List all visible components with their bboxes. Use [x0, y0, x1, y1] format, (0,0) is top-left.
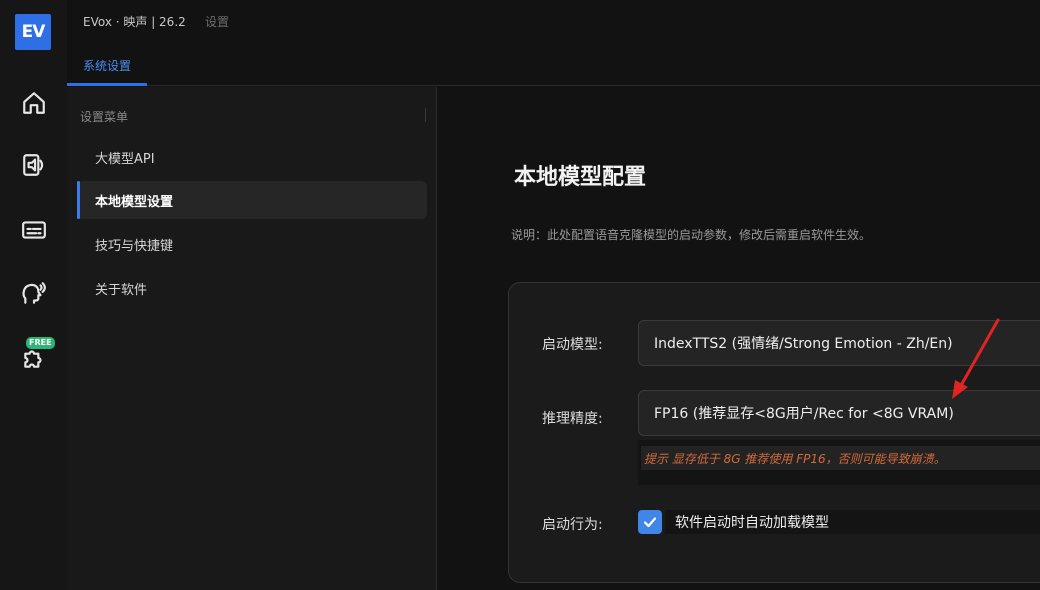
main-content: 本地模型配置 说明：此处配置语音克隆模型的启动参数，修改后需重启软件生效。 启动…: [438, 87, 1040, 590]
menu-item-local-model[interactable]: 本地模型设置: [77, 181, 427, 219]
menu-resize-handle[interactable]: [425, 108, 426, 122]
menu-item-llm-api[interactable]: 大模型API: [77, 138, 427, 176]
check-icon: [643, 517, 657, 528]
menu-item-about[interactable]: 关于软件: [77, 269, 427, 307]
nav-voice-doc[interactable]: [19, 150, 49, 180]
menu-item-tips-shortcuts[interactable]: 技巧与快捷键: [77, 225, 427, 263]
precision-hint-box: 提示 显存低于 8G 推荐使用 FP16，否则可能导致崩溃。: [638, 440, 1040, 485]
nav-voice-clone[interactable]: [19, 278, 49, 308]
top-bar: EVox · 映声 | 26.2 设置 系统设置: [67, 0, 1040, 86]
breadcrumb[interactable]: 设置: [205, 13, 229, 30]
autoload-checkbox[interactable]: [638, 510, 662, 534]
app-window: EV FREE EVox · 映声 | 26.2 设置 系统设置 设置菜单 大模…: [0, 0, 1040, 590]
nav-home[interactable]: [19, 88, 49, 118]
nav-subtitle[interactable]: [19, 215, 49, 245]
startup-model-label: 启动模型:: [542, 337, 603, 353]
tab-active-indicator: [67, 83, 147, 86]
page-description: 说明：此处配置语音克隆模型的启动参数，修改后需重启软件生效。: [511, 228, 872, 242]
voice-head-icon: [22, 282, 46, 304]
precision-hint: 提示 显存低于 8G 推荐使用 FP16，否则可能导致崩溃。: [641, 446, 1040, 470]
settings-menu-title: 设置菜单: [80, 110, 129, 124]
settings-menu: 设置菜单 大模型API 本地模型设置 技巧与快捷键 关于软件: [67, 87, 437, 590]
home-icon: [23, 92, 45, 114]
page-title: 本地模型配置: [514, 165, 647, 190]
autoload-checkbox-label[interactable]: 软件启动时自动加载模型: [675, 512, 829, 532]
speaker-document-icon: [23, 154, 44, 176]
precision-select[interactable]: FP16 (推荐显存<8G用户/Rec for <8G VRAM): [638, 390, 1040, 436]
left-rail: EV FREE: [0, 0, 67, 590]
subtitle-icon: [22, 221, 46, 239]
free-badge: FREE: [26, 337, 55, 349]
startup-model-select[interactable]: IndexTTS2 (强情绪/Strong Emotion - Zh/En): [638, 320, 1040, 366]
startup-behavior-label: 启动行为:: [542, 517, 603, 533]
config-card: 启动模型: IndexTTS2 (强情绪/Strong Emotion - Zh…: [508, 282, 1040, 583]
tab-system-settings[interactable]: 系统设置: [83, 57, 131, 74]
app-title: EVox · 映声 | 26.2: [83, 15, 186, 29]
menu-item-label: 本地模型设置: [95, 194, 174, 210]
app-logo: EV: [15, 14, 51, 50]
precision-label: 推理精度:: [542, 411, 603, 427]
